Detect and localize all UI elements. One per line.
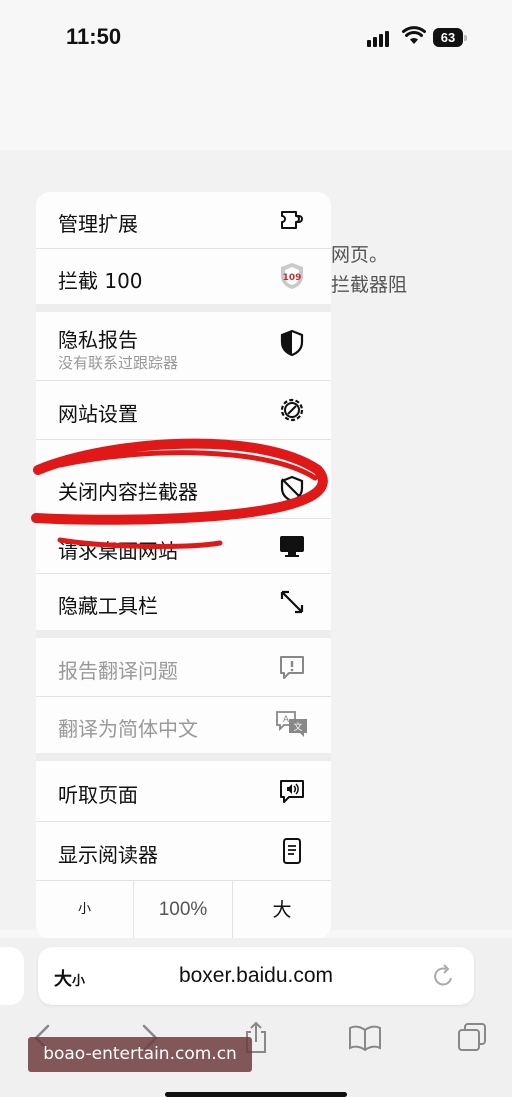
reload-icon[interactable]	[432, 963, 456, 989]
menu-item-hide-toolbar[interactable]: 隐藏工具栏	[36, 574, 331, 630]
menu-item-translate-to-chinese: 翻译为简体中文 A 文	[36, 697, 331, 753]
menu-item-label: 报告翻译问题	[58, 659, 178, 683]
menu-item-turn-off-content-blockers[interactable]: 关闭内容拦截器	[36, 440, 331, 518]
menu-item-sublabel: 没有联系过跟踪器	[58, 354, 179, 372]
svg-text:A: A	[283, 715, 290, 725]
shield-slash-icon	[280, 475, 304, 503]
menu-item-request-desktop-site[interactable]: 请求桌面网站	[36, 519, 331, 573]
status-time: 11:50	[66, 24, 122, 49]
text-zoom-row: 小 100% 大	[36, 881, 331, 939]
svg-text:109: 109	[283, 273, 302, 283]
battery-icon: 63	[433, 28, 463, 47]
bookmarks-icon[interactable]	[348, 1020, 382, 1056]
menu-item-label: 隐私报告	[58, 328, 138, 352]
previous-tab-bar[interactable]	[0, 947, 24, 1005]
battery-tip	[464, 35, 467, 41]
menu-item-report-translation-issue: 报告翻译问题	[36, 638, 331, 696]
text-zoom-level: 100%	[158, 899, 208, 920]
wifi-icon	[402, 26, 426, 44]
menu-item-blocker[interactable]: 拦截 100 109	[36, 249, 331, 304]
speaker-bubble-icon	[280, 780, 304, 803]
group-gap	[36, 753, 331, 761]
reader-icon	[283, 838, 301, 864]
menu-item-label: 请求桌面网站	[58, 539, 178, 563]
desktop-icon	[280, 536, 304, 557]
menu-item-manage-extensions[interactable]: 管理扩展	[36, 192, 331, 248]
menu-item-label: 管理扩展	[58, 212, 138, 236]
group-gap	[36, 304, 331, 312]
decrease-text-size-button[interactable]: 小	[36, 881, 133, 939]
home-indicator	[165, 1092, 347, 1097]
watermark: boao-entertain.com.cn	[28, 1037, 252, 1072]
url-text: boxer.baidu.com	[178, 964, 334, 987]
menu-item-label: 网站设置	[58, 402, 138, 426]
increase-text-size-button[interactable]: 大	[233, 881, 331, 939]
menu-item-label: 显示阅读器	[58, 843, 158, 867]
settings-gear-icon	[280, 398, 304, 422]
menu-item-label: 听取页面	[58, 783, 138, 807]
menu-item-show-reader[interactable]: 显示阅读器	[36, 822, 331, 880]
menu-item-label: 拦截 100	[58, 269, 143, 293]
expand-arrows-icon	[280, 590, 304, 614]
cellular-signal-icon	[367, 30, 391, 47]
svg-text:文: 文	[293, 721, 302, 733]
background-text-line1: 网页。	[331, 244, 389, 266]
privacy-shield-icon	[280, 329, 304, 357]
menu-item-label: 翻译为简体中文	[58, 717, 198, 741]
report-bubble-icon	[280, 656, 304, 679]
background-text-line2: 拦截器阻	[331, 274, 408, 296]
menu-item-privacy-report[interactable]: 隐私报告 没有联系过跟踪器	[36, 312, 331, 380]
menu-item-website-settings[interactable]: 网站设置	[36, 381, 331, 439]
translate-icon: A 文	[276, 711, 307, 737]
blocker-shield-badge-icon: 109	[281, 263, 303, 289]
menu-item-label: 隐藏工具栏	[58, 594, 158, 618]
menu-item-label: 关闭内容拦截器	[58, 480, 198, 504]
tabs-icon[interactable]	[456, 1020, 488, 1056]
extension-icon	[281, 211, 303, 229]
group-gap	[36, 630, 331, 638]
menu-item-listen-to-page[interactable]: 听取页面	[36, 761, 331, 821]
status-bar: 11:50 63	[0, 0, 512, 70]
address-bar[interactable]: 大小 boxer.baidu.com	[38, 947, 474, 1005]
